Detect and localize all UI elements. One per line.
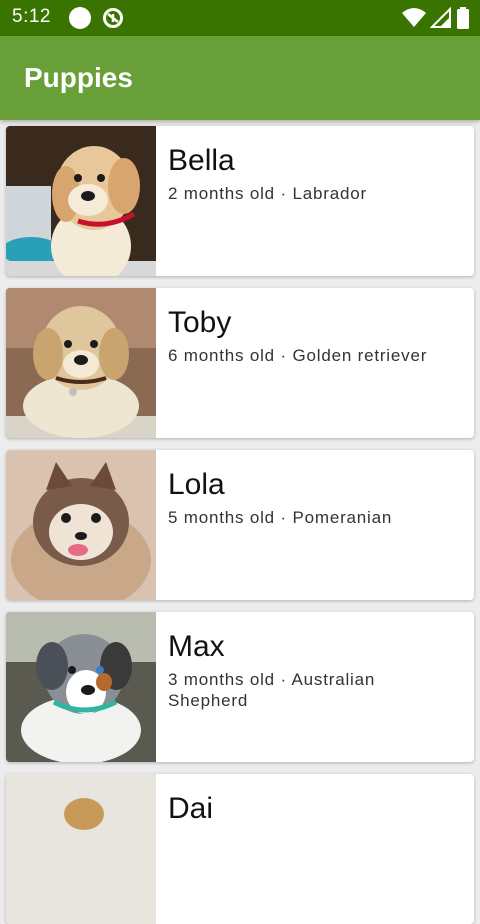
notification-dot-icon xyxy=(69,7,91,29)
puppy-card[interactable]: Lola 5 months old · Pomeranian xyxy=(6,450,474,600)
separator-dot: · xyxy=(280,184,287,203)
puppy-card[interactable]: Dai xyxy=(6,774,474,924)
separator-dot: · xyxy=(280,508,287,527)
puppy-details: 5 months old · Pomeranian xyxy=(168,507,458,528)
puppy-photo-australian-shepherd xyxy=(6,612,156,762)
data-saver-icon xyxy=(103,8,123,28)
app-bar: Puppies xyxy=(0,36,480,120)
puppy-name: Toby xyxy=(168,306,232,339)
puppy-photo-pomeranian xyxy=(6,450,156,600)
puppy-age: 5 months old xyxy=(168,508,275,527)
puppy-name: Lola xyxy=(168,468,225,501)
puppy-card[interactable]: Bella 2 months old · Labrador xyxy=(6,126,474,276)
puppy-breed: Pomeranian xyxy=(292,508,393,527)
puppy-age: 2 months old xyxy=(168,184,275,203)
puppy-photo-golden-retriever xyxy=(6,288,156,438)
puppy-age: 3 months old xyxy=(168,670,275,689)
puppy-details: 2 months old · Labrador xyxy=(168,183,458,204)
puppy-name: Max xyxy=(168,630,225,663)
puppy-name: Bella xyxy=(168,144,235,177)
status-time: 5:12 xyxy=(12,6,51,27)
puppy-age: 6 months old xyxy=(168,346,275,365)
puppy-photo xyxy=(6,774,156,924)
puppy-photo-labrador xyxy=(6,126,156,276)
signal-icon xyxy=(430,7,451,28)
puppy-name: Dai xyxy=(168,792,214,825)
puppy-card[interactable]: Max 3 months old · Australian Shepherd xyxy=(6,612,474,762)
puppy-breed: Labrador xyxy=(292,184,367,203)
page-title: Puppies xyxy=(24,62,133,93)
puppy-breed: Golden retriever xyxy=(292,346,428,365)
puppy-details: 3 months old · Australian Shepherd xyxy=(168,669,458,711)
battery-icon xyxy=(457,7,469,29)
puppy-details: 6 months old · Golden retriever xyxy=(168,345,458,366)
separator-dot: · xyxy=(280,670,287,689)
puppy-card[interactable]: Toby 6 months old · Golden retriever xyxy=(6,288,474,438)
separator-dot: · xyxy=(280,346,287,365)
status-bar: 5:12 xyxy=(0,0,480,36)
wifi-icon xyxy=(402,8,426,27)
